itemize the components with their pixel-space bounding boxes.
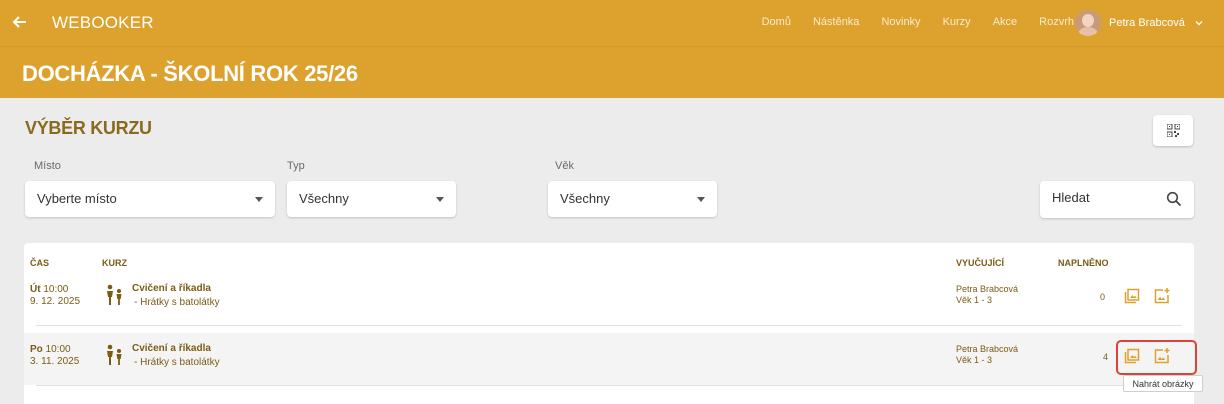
brand-logo[interactable]: WEBOOKER [52,13,154,33]
user-name: Petra Brabcová [1109,17,1185,29]
teacher-info: Petra Brabcová Věk 1 - 3 [956,284,1019,305]
nav-events[interactable]: Akce [993,16,1017,28]
nav-home[interactable]: Domů [762,16,791,28]
dropdown-caret-icon [697,197,705,202]
qr-code-icon [1166,124,1180,137]
filled-count: 4 [1103,352,1109,362]
age-label: Věk [555,160,574,172]
search-box [1040,181,1194,218]
course-subtitle: - Hrátky s batolátky [134,357,220,368]
row-divider [36,325,1182,326]
main-nav: Domů Nástěnka Novinky Kurzy Akce Rozvrh [762,16,1074,28]
parent-child-icon [107,284,122,305]
filled-count: 0 [1100,292,1106,302]
row-divider [36,385,1182,386]
dropdown-caret-icon [436,197,444,202]
type-label: Typ [287,160,305,172]
table-row[interactable]: Po 10:00 3. 11. 2025 Cvičení a říkadla -… [24,333,1194,385]
column-header-course: KURZ [102,258,127,268]
type-select[interactable]: Všechny [287,181,456,217]
course-subtitle: - Hrátky s batolátky [134,297,220,308]
course-datetime: Út 10:00 9. 12. 2025 [30,284,81,307]
add-photo-icon [1154,288,1170,304]
age-select-value: Všechny [560,191,610,206]
chevron-down-icon [1195,21,1203,26]
place-select[interactable]: Vyberte místo [25,181,275,217]
column-header-teacher: VYUČUJÍCÍ [956,258,1005,268]
nav-news[interactable]: Novinky [881,16,920,28]
age-select[interactable]: Všechny [548,181,717,217]
photo-gallery-icon [1124,288,1140,304]
user-menu[interactable]: Petra Brabcová [1075,10,1204,36]
page-title: DOCHÁZKA - ŠKOLNÍ ROK 25/26 [22,61,358,86]
highlight-box [1116,340,1197,375]
place-select-value: Vyberte místo [37,191,117,206]
course-datetime: Po 10:00 3. 11. 2025 [30,344,80,367]
nav-board[interactable]: Nástěnka [813,16,859,28]
title-bar: DOCHÁZKA - ŠKOLNÍ ROK 25/26 [0,46,1224,98]
nav-courses[interactable]: Kurzy [943,16,971,28]
nav-schedule[interactable]: Rozvrh [1039,16,1074,28]
course-table: ČAS KURZ VYUČUJÍCÍ NAPLNĚNO Út 10:00 9. … [24,243,1194,404]
parent-child-icon [107,344,122,365]
dropdown-caret-icon [255,197,263,202]
column-header-time: ČAS [30,258,50,268]
avatar [1075,10,1101,36]
upload-images-button[interactable] [1151,285,1173,307]
table-row[interactable]: Út 10:00 9. 12. 2025 Cvičení a říkadla -… [24,273,1194,325]
search-input[interactable] [1052,190,1152,205]
teacher-info: Petra Brabcová Věk 1 - 3 [956,344,1019,365]
place-label: Místo [34,160,61,172]
type-select-value: Všechny [299,191,349,206]
back-arrow-icon[interactable] [10,12,30,32]
upload-images-tooltip: Nahrát obrázky [1123,375,1203,392]
section-title: VÝBĚR KURZU [25,118,152,138]
course-name[interactable]: Cvičení a říkadla [132,283,211,294]
column-header-filled: NAPLNĚNO [1058,258,1109,268]
course-name[interactable]: Cvičení a říkadla [132,343,211,354]
top-bar: WEBOOKER Domů Nástěnka Novinky Kurzy Akc… [0,0,1224,46]
gallery-button[interactable] [1121,285,1143,307]
search-icon[interactable] [1166,191,1182,207]
qr-code-button[interactable] [1153,115,1193,146]
